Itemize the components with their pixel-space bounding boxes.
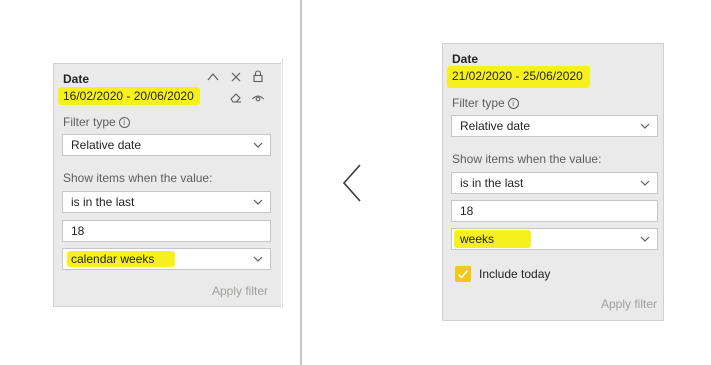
number-input[interactable]: 18	[62, 220, 271, 242]
date-filter-card-after: Date 21/02/2020 - 25/06/2020 Filter type…	[442, 43, 664, 321]
collapse-chevron-icon[interactable]	[206, 70, 220, 84]
unit-value: calendar weeks	[71, 252, 155, 266]
apply-filter-button[interactable]: Apply filter	[212, 284, 268, 298]
apply-filter-button[interactable]: Apply filter	[601, 297, 657, 311]
lock-icon[interactable]	[251, 69, 265, 83]
eraser-icon[interactable]	[229, 90, 243, 104]
condition-value: is in the last	[71, 195, 135, 209]
panel-edge	[282, 58, 283, 308]
condition-dropdown[interactable]: is in the last	[62, 191, 271, 213]
condition-dropdown[interactable]: is in the last	[451, 172, 658, 194]
filter-type-dropdown[interactable]: Relative date	[62, 134, 271, 156]
show-items-label: Show items when the value:	[63, 171, 213, 185]
filter-type-value: Relative date	[460, 119, 531, 133]
filter-type-label: Filter type i	[452, 96, 519, 110]
filter-type-value: Relative date	[71, 138, 142, 152]
chevron-down-icon	[253, 142, 263, 148]
chevron-down-icon	[640, 123, 650, 129]
filter-title: Date	[63, 72, 90, 86]
filter-type-label-text: Filter type	[63, 115, 116, 129]
show-items-label: Show items when the value:	[452, 152, 602, 166]
info-icon: i	[507, 98, 519, 109]
date-filter-card-before: Date 16/02/2020 - 20/06/2020 Filter type…	[53, 63, 281, 307]
unit-value: weeks	[460, 232, 495, 246]
filter-type-dropdown[interactable]: Relative date	[451, 115, 658, 137]
close-icon[interactable]	[229, 70, 243, 84]
date-range: 21/02/2020 - 25/06/2020	[452, 69, 583, 83]
unit-dropdown[interactable]: calendar weeks	[62, 248, 271, 270]
info-icon: i	[118, 117, 130, 128]
number-input[interactable]: 18	[451, 200, 658, 222]
filter-type-label-text: Filter type	[452, 96, 505, 110]
eye-icon[interactable]	[251, 91, 265, 105]
date-range: 16/02/2020 - 20/06/2020	[63, 89, 194, 103]
chevron-down-icon	[253, 256, 263, 262]
image-divider	[300, 0, 302, 365]
include-today-label: Include today	[479, 267, 551, 281]
unit-dropdown[interactable]: weeks	[451, 228, 658, 250]
number-value: 18	[460, 204, 474, 218]
filter-type-label: Filter type i	[63, 115, 130, 129]
back-arrow-icon[interactable]	[340, 162, 364, 204]
checkmark-icon	[457, 269, 469, 279]
chevron-down-icon	[640, 236, 650, 242]
number-value: 18	[71, 224, 85, 238]
condition-value: is in the last	[460, 176, 524, 190]
include-today-checkbox[interactable]	[455, 266, 471, 282]
chevron-down-icon	[253, 199, 263, 205]
chevron-down-icon	[640, 180, 650, 186]
filter-title: Date	[452, 52, 479, 66]
